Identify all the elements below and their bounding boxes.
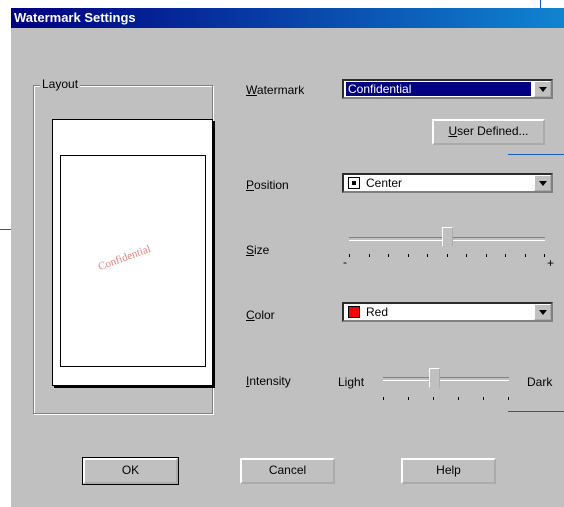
- slider-tick: [508, 397, 509, 400]
- color-select[interactable]: Red: [342, 302, 553, 322]
- user-defined-access: U: [448, 124, 458, 138]
- slider-tick: [466, 254, 467, 257]
- slider-tick: [369, 254, 370, 257]
- slider-tick: [427, 254, 428, 257]
- page-preview: Confidential: [52, 119, 213, 386]
- position-select[interactable]: Center: [342, 173, 553, 193]
- watermark-label: Watermark: [246, 83, 304, 97]
- help-button[interactable]: Help: [401, 458, 496, 484]
- center-position-icon: [348, 177, 360, 189]
- page-printable-area: Confidential: [60, 155, 206, 367]
- cancel-button[interactable]: Cancel: [240, 458, 335, 484]
- intensity-label: Intensity: [246, 374, 291, 388]
- chevron-down-icon[interactable]: [534, 304, 551, 320]
- slider-tick: [383, 397, 384, 400]
- ok-button[interactable]: OK: [82, 457, 179, 485]
- watermark-settings-dialog: Watermark Settings Layout Confidential W…: [11, 8, 564, 507]
- chevron-down-icon[interactable]: [534, 175, 551, 191]
- slider-tick: [505, 254, 506, 257]
- slider-tick: [458, 397, 459, 400]
- size-slider[interactable]: - +: [343, 222, 554, 272]
- color-select-value: Red: [366, 305, 389, 319]
- color-label-rest: olor: [254, 308, 275, 322]
- intensity-slider-thumb[interactable]: [429, 368, 440, 393]
- position-label-rest: osition: [254, 178, 289, 192]
- callout-line-intensity: [508, 411, 564, 412]
- size-max-label: +: [547, 256, 555, 270]
- size-slider-thumb[interactable]: [442, 227, 453, 252]
- preview-watermark-text: Confidential: [96, 242, 153, 274]
- chevron-down-icon[interactable]: [534, 81, 551, 97]
- color-label: Color: [246, 308, 275, 322]
- slider-tick: [447, 254, 448, 257]
- slider-tick: [408, 397, 409, 400]
- slider-tick: [486, 254, 487, 257]
- color-label-access: C: [246, 308, 255, 322]
- position-select-value: Center: [366, 176, 403, 190]
- watermark-select-value: Confidential: [346, 82, 531, 96]
- watermark-label-rest: atermark: [256, 83, 305, 97]
- layout-group-label: Layout: [40, 77, 81, 91]
- position-label: Position: [246, 178, 289, 192]
- user-defined-rest: ser Defined...: [457, 124, 529, 138]
- position-label-access: P: [246, 178, 255, 192]
- callout-line-separator: [508, 154, 564, 155]
- intensity-slider-track: [383, 377, 509, 381]
- watermark-select[interactable]: Confidential: [342, 79, 553, 99]
- watermark-label-access: W: [246, 83, 257, 97]
- slider-tick: [483, 397, 484, 400]
- intensity-slider[interactable]: [383, 366, 509, 406]
- intensity-max-label: Dark: [527, 375, 553, 389]
- dialog-title: Watermark Settings: [11, 8, 564, 28]
- slider-tick: [544, 254, 545, 257]
- size-label-rest: ize: [254, 243, 270, 257]
- color-swatch: [348, 306, 360, 318]
- size-label: Size: [246, 243, 269, 257]
- size-label-access: S: [246, 243, 255, 257]
- slider-tick: [525, 254, 526, 257]
- slider-tick: [408, 254, 409, 257]
- slider-tick: [433, 397, 434, 400]
- size-min-label: -: [343, 255, 347, 269]
- intensity-label-rest: ntensity: [249, 374, 291, 388]
- slider-tick: [388, 254, 389, 257]
- slider-tick: [349, 254, 350, 257]
- user-defined-button[interactable]: User Defined...: [432, 119, 545, 145]
- intensity-min-label: Light: [338, 375, 365, 389]
